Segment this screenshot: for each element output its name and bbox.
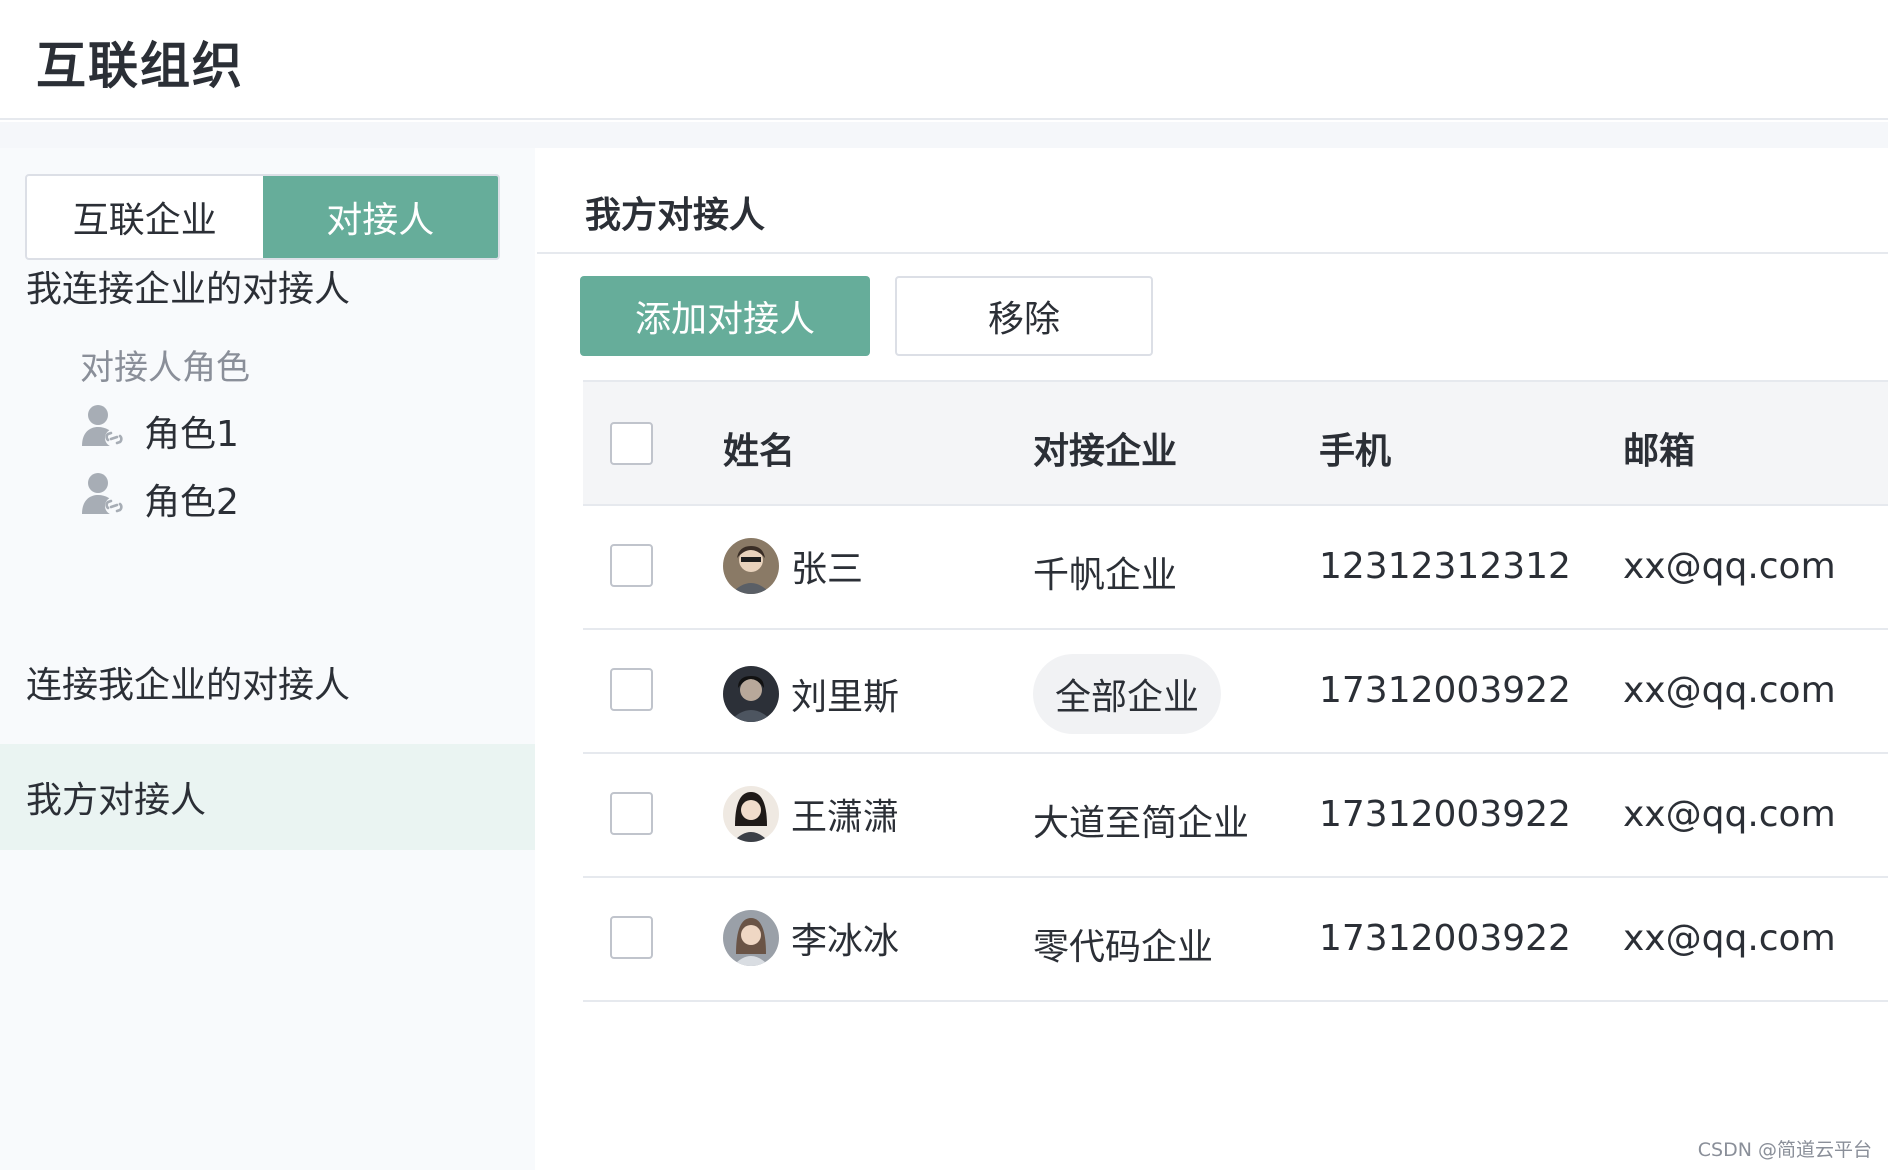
section-title: 我方对接人 [585,195,766,236]
table-row[interactable]: 王潇潇 大道至简企业 17312003922 xx@qq.com [583,754,1888,878]
phone-cell: 17312003922 [1319,670,1571,711]
header-divider-band [0,122,1888,148]
user-link-icon [78,400,130,461]
top-header: 互联组织 [0,0,1888,120]
name-cell: 李冰冰 [723,910,899,966]
name-cell: 王潇潇 [723,786,899,842]
email-cell: xx@qq.com [1623,546,1836,587]
segment-option-contacts[interactable]: 对接人 [262,176,498,258]
sidebar-group-outgoing[interactable]: 我连接企业的对接人 [26,260,350,312]
column-header-company[interactable]: 对接企业 [1033,422,1177,474]
segment-switch: 互联企业 对接人 [25,174,500,260]
sidebar: 互联企业 对接人 我连接企业的对接人 对接人角色 角色1 角色2 连接我企业的对… [0,148,535,1170]
role-label: 角色1 [144,413,239,455]
phone-cell: 17312003922 [1319,918,1571,959]
company-cell: 零代码企业 [1033,927,1214,968]
row-checkbox[interactable] [610,792,653,835]
company-cell: 千帆企业 [1033,555,1178,596]
avatar [723,538,779,594]
contacts-table: 姓名 对接企业 手机 邮箱 张三 千帆企业 12312312312 xx@qq.… [583,380,1888,1002]
row-checkbox[interactable] [610,916,653,959]
table-row[interactable]: 李冰冰 零代码企业 17312003922 xx@qq.com [583,878,1888,1002]
contact-name: 李冰冰 [791,921,900,962]
phone-cell: 12312312312 [1319,546,1571,587]
contact-name: 张三 [791,549,864,590]
email-cell: xx@qq.com [1623,670,1836,711]
column-header-phone[interactable]: 手机 [1319,422,1391,474]
add-contact-button[interactable]: 添加对接人 [580,276,870,356]
table-header: 姓名 对接企业 手机 邮箱 [583,380,1888,506]
contact-name: 王潇潇 [791,797,900,838]
company-tag: 全部企业 [1033,654,1222,734]
name-cell: 张三 [723,538,863,594]
avatar [723,786,779,842]
column-header-name[interactable]: 姓名 [723,422,795,474]
main-panel: 我方对接人 添加对接人 移除 姓名 对接企业 手机 邮箱 张三 千帆企业 123… [537,148,1888,1170]
app-root: 互联组织 互联企业 对接人 我连接企业的对接人 对接人角色 角色1 角色2 连接… [0,0,1888,1170]
avatar [723,666,779,722]
column-header-email[interactable]: 邮箱 [1623,422,1695,474]
row-checkbox[interactable] [610,668,653,711]
select-all-checkbox[interactable] [610,422,653,465]
sidebar-item-our-contacts[interactable]: 我方对接人 [0,744,535,850]
row-checkbox[interactable] [610,544,653,587]
sidebar-item-role-1[interactable]: 角色1 [78,400,239,461]
watermark: CSDN @简道云平台 [1697,1139,1872,1161]
remove-button[interactable]: 移除 [895,276,1153,356]
email-cell: xx@qq.com [1623,918,1836,959]
company-cell: 大道至简企业 [1033,803,1250,844]
phone-cell: 17312003922 [1319,794,1571,835]
table-row[interactable]: 张三 千帆企业 12312312312 xx@qq.com [583,506,1888,630]
table-row[interactable]: 刘里斯 全部企业 17312003922 xx@qq.com [583,630,1888,754]
sidebar-group-incoming[interactable]: 连接我企业的对接人 [26,656,350,708]
role-label: 角色2 [144,481,239,523]
divider [537,252,1888,254]
sidebar-item-role-2[interactable]: 角色2 [78,468,239,529]
name-cell: 刘里斯 [723,666,899,722]
contact-name: 刘里斯 [791,677,900,718]
segment-option-companies[interactable]: 互联企业 [27,176,263,258]
user-link-icon [78,468,130,529]
email-cell: xx@qq.com [1623,794,1836,835]
role-section-label: 对接人角色 [80,348,250,388]
page-title: 互联组织 [36,37,244,95]
avatar [723,910,779,966]
